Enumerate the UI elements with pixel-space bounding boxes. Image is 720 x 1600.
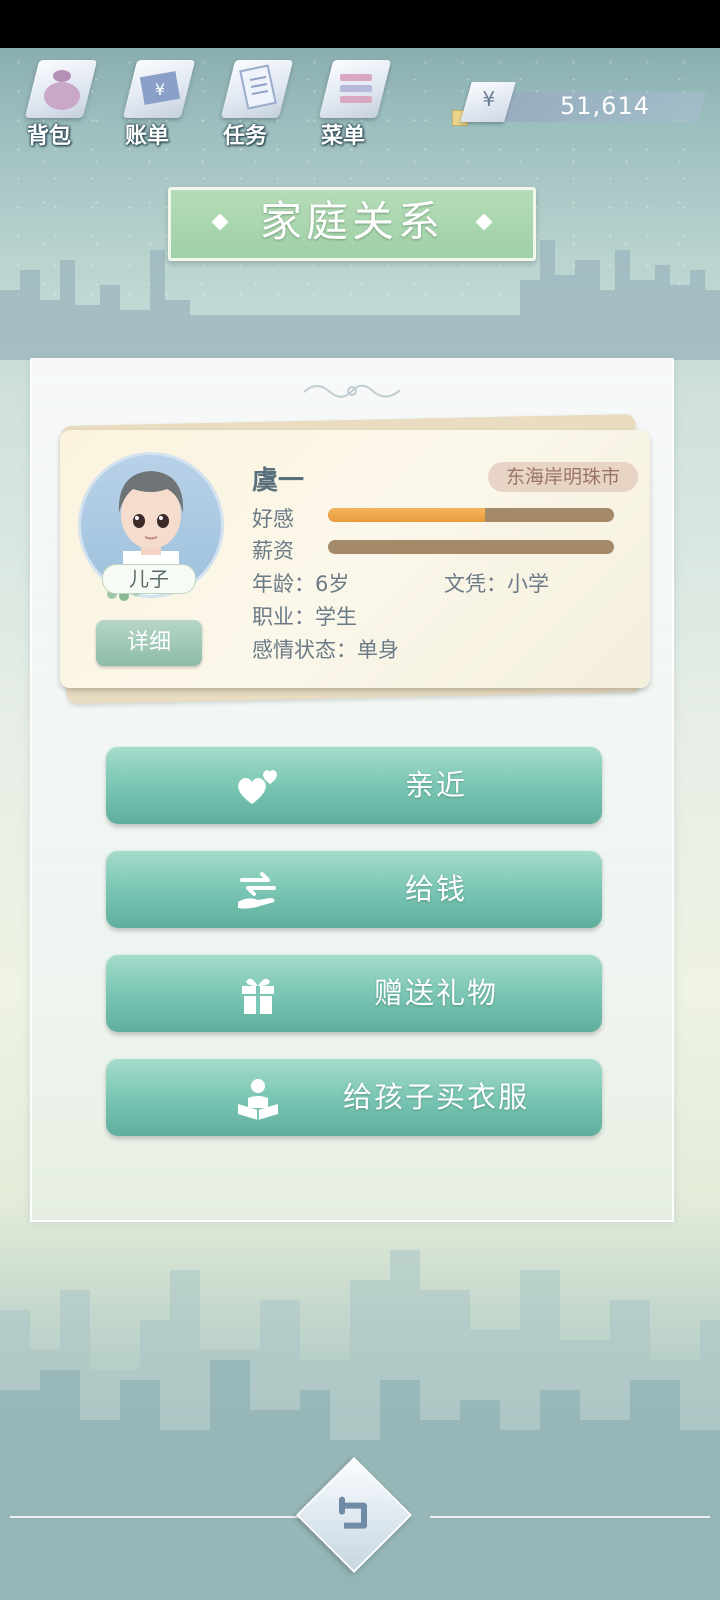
menu-label: 菜单 [320, 124, 365, 149]
detail-button[interactable]: 详细 [96, 620, 202, 666]
intimacy-label: 亲近 [404, 768, 467, 802]
buy-clothes-label: 给孩子买衣服 [342, 1080, 529, 1114]
bag-label: 背包 [26, 124, 71, 149]
member-card: 儿子 详细 虞一 东海岸明珠市 好感 薪资 年龄：6岁 文凭：小学 职业：学生 … [60, 430, 650, 688]
task-label: 任务 [222, 124, 267, 149]
bag-icon [44, 70, 80, 110]
divider-right [430, 1516, 710, 1518]
send-gift-label: 赠送礼物 [373, 976, 498, 1010]
wallet-display: ¥ 51,614 [452, 82, 707, 126]
page-title-plate: 家庭关系 [168, 187, 536, 261]
status-bar [0, 0, 720, 48]
relation-tag: 儿子 [102, 564, 196, 594]
svg-text:¥: ¥ [155, 80, 165, 99]
task-icon [239, 64, 277, 110]
yen-symbol: ¥ [482, 87, 496, 111]
bill-icon: ¥ [139, 71, 181, 105]
bill-label: 账单 [124, 124, 169, 149]
give-money-button[interactable]: 给钱 [106, 850, 602, 928]
wallet-amount: 51,614 [560, 92, 650, 120]
salary-label: 薪资 [252, 539, 294, 563]
education-text: 文凭：小学 [444, 572, 549, 596]
back-arrow-icon [339, 1496, 367, 1529]
gift-icon [242, 978, 274, 1014]
bill-button[interactable]: ¥ 账单 [116, 52, 206, 152]
ornament-divider [303, 384, 401, 398]
job-text: 职业：学生 [252, 605, 357, 629]
hearts-icon [238, 770, 277, 804]
age-text: 年龄：6岁 [252, 572, 350, 596]
favor-bar-fill [328, 508, 486, 522]
bag-button[interactable]: 背包 [18, 52, 108, 152]
location-badge: 东海岸明珠市 [488, 462, 638, 492]
buy-clothes-button[interactable]: 给孩子买衣服 [106, 1058, 602, 1136]
page-title: 家庭关系 [259, 197, 444, 246]
favor-bar [328, 508, 614, 522]
send-gift-button[interactable]: 赠送礼物 [106, 954, 602, 1032]
reading-child-icon [238, 1079, 278, 1120]
back-button[interactable] [296, 1457, 412, 1573]
intimacy-button[interactable]: 亲近 [106, 746, 602, 824]
bottom-nav [0, 1457, 720, 1573]
salary-bar [328, 540, 614, 554]
menu-icon [340, 74, 372, 103]
divider-left [10, 1516, 300, 1518]
give-money-icon [238, 872, 276, 909]
member-name: 虞一 [252, 466, 305, 496]
menu-button[interactable]: 菜单 [312, 52, 402, 152]
favor-label: 好感 [252, 507, 294, 531]
give-money-label: 给钱 [404, 872, 467, 906]
task-button[interactable]: 任务 [214, 52, 304, 152]
relationship-status-text: 感情状态：单身 [252, 638, 399, 662]
